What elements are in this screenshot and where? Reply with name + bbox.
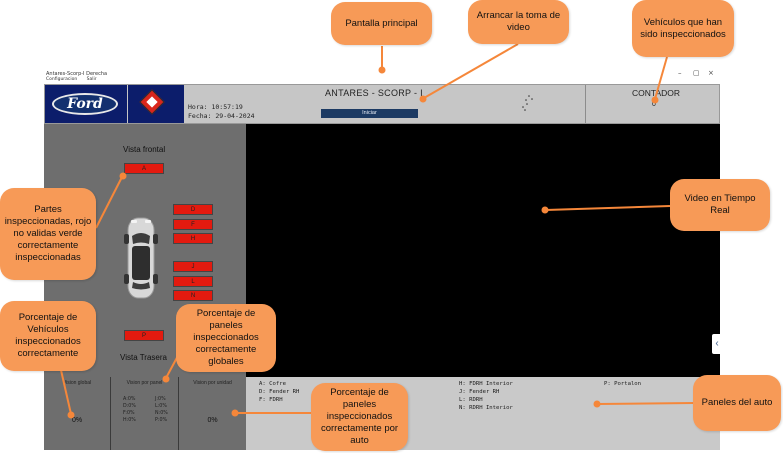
company-logo — [128, 85, 184, 123]
close-button[interactable]: × — [708, 69, 714, 77]
counter-box: CONTADOR 0 — [585, 85, 720, 123]
maximize-button[interactable]: ▢ — [693, 69, 700, 77]
pct-d: D:0% — [123, 404, 136, 409]
pct-h: H:0% — [123, 418, 136, 423]
part-d[interactable]: D — [173, 204, 213, 215]
part-h[interactable]: H — [173, 233, 213, 244]
callout-main-screen: Pantalla principal — [331, 2, 432, 45]
global-vision-title: Vision global — [62, 380, 92, 386]
part-j[interactable]: J — [173, 261, 213, 272]
legend-j: J: Fender RH — [459, 389, 500, 395]
stats-panel: Vision global 0% Vision por panel A:0% J… — [44, 377, 246, 450]
app-title: ANTARES - SCORP - I — [325, 88, 423, 98]
time-text: Hora: 10:57:19 — [188, 103, 243, 111]
pct-f: F:0% — [123, 411, 135, 416]
global-vision-column: Vision global 0% — [44, 377, 111, 450]
legend-h: H: FDRH Interior — [459, 381, 513, 387]
pct-j: J:0% — [155, 397, 166, 402]
legend-a: A: Cofre — [259, 381, 286, 387]
callout-parts-inspected: Partes inspeccionadas, rojo no validas v… — [0, 188, 96, 280]
part-p[interactable]: P — [124, 330, 164, 341]
callout-car-panels: Paneles del auto — [693, 375, 781, 431]
unit-vision-column: Vision por unidad 0% — [179, 377, 246, 450]
ford-logo: Ford — [45, 85, 127, 123]
legend-d: D: Fender RH — [259, 389, 300, 395]
legend-l: L: RDRH — [459, 397, 483, 403]
legend-f: F: FDRH — [259, 397, 283, 403]
callout-panel-percentage-global: Porcentaje de paneles inspeccionados cor… — [176, 304, 276, 372]
pct-a: A:0% — [123, 397, 136, 402]
panel-vision-column: Vision por panel A:0% J:0% D:0% L:0% F:0… — [111, 377, 179, 450]
minimize-button[interactable]: – — [678, 69, 682, 77]
menu-item-salir[interactable]: Salir — [87, 77, 97, 82]
collapse-tab-chevron-icon[interactable]: ‹ — [712, 334, 722, 354]
part-l[interactable]: L — [173, 276, 213, 287]
pct-l: L:0% — [155, 404, 167, 409]
callout-panel-percentage-auto: Porcentaje de paneles inspeccionados cor… — [311, 383, 408, 451]
unit-vision-title: Vision por unidad — [193, 380, 232, 386]
menu-bar: Configuracion Salir — [44, 77, 344, 84]
loading-dots-icon — [522, 95, 533, 111]
ford-oval-logo: Ford — [52, 93, 118, 115]
front-view-label: Vista frontal — [123, 145, 166, 154]
live-video-area — [246, 124, 720, 377]
start-button[interactable]: Iniciar — [321, 109, 418, 118]
car-top-view-icon — [124, 217, 158, 299]
callout-vehicle-percentage: Porcentaje de Vehículos inspeccionados c… — [0, 301, 96, 371]
pct-p: P:0% — [155, 418, 168, 423]
legend-n: N: RDRH Interior — [459, 405, 513, 411]
part-a[interactable]: A — [124, 163, 164, 174]
counter-label: CONTADOR — [632, 88, 681, 98]
panel-vision-title: Vision por panel — [126, 380, 163, 386]
clock-display: Hora: 10:57:19 Fecha: 29-04-2024 — [188, 103, 255, 121]
callout-vehicles-inspected: Vehículos que han sido inspeccionados — [632, 0, 734, 57]
date-text: Fecha: 29-04-2024 — [188, 112, 255, 120]
callout-live-video: Video en Tiempo Real — [670, 179, 770, 231]
part-n[interactable]: N — [173, 290, 213, 301]
menu-item-configuracion[interactable]: Configuracion — [46, 77, 77, 82]
app-header: Ford Hora: 10:57:19 Fecha: 29-04-2024 AN… — [44, 84, 720, 124]
counter-value: 0 — [652, 101, 656, 108]
global-vision-value: 0% — [71, 417, 83, 424]
callout-start-capture: Arrancar la toma de video — [468, 0, 569, 44]
legend-p: P: Portalon — [604, 381, 642, 387]
pct-n: N:0% — [155, 411, 168, 416]
unit-vision-value: 0% — [207, 417, 218, 424]
part-f[interactable]: F — [173, 219, 213, 230]
rear-view-label: Vista Trasera — [120, 353, 167, 362]
